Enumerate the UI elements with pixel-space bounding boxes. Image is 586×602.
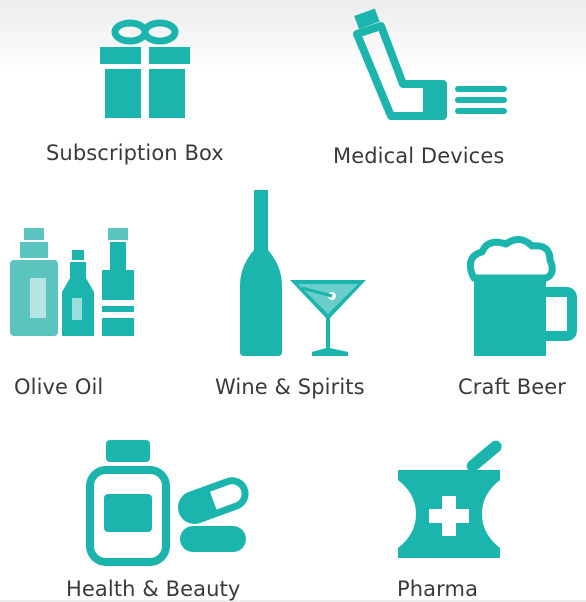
gift-box-icon — [100, 19, 190, 120]
industries-icon-grid: { "accent_color": "#1bb5ae", "accent_lig… — [0, 0, 586, 601]
pill-bottle-capsules-icon — [86, 440, 249, 566]
oil-bottles-icon — [10, 226, 134, 338]
wine-bottle-cocktail-icon — [240, 190, 370, 358]
industry-label: Health & Beauty — [66, 577, 241, 601]
industry-label: Medical Devices — [333, 144, 505, 168]
inhaler-icon — [343, 8, 513, 124]
industry-label: Olive Oil — [14, 375, 104, 399]
mortar-pestle-icon — [396, 440, 516, 560]
industry-label: Subscription Box — [46, 141, 224, 165]
industry-label: Pharma — [397, 577, 479, 601]
industry-label: Wine & Spirits — [215, 375, 365, 399]
industry-label: Craft Beer — [458, 375, 566, 399]
beer-mug-icon — [466, 236, 578, 358]
